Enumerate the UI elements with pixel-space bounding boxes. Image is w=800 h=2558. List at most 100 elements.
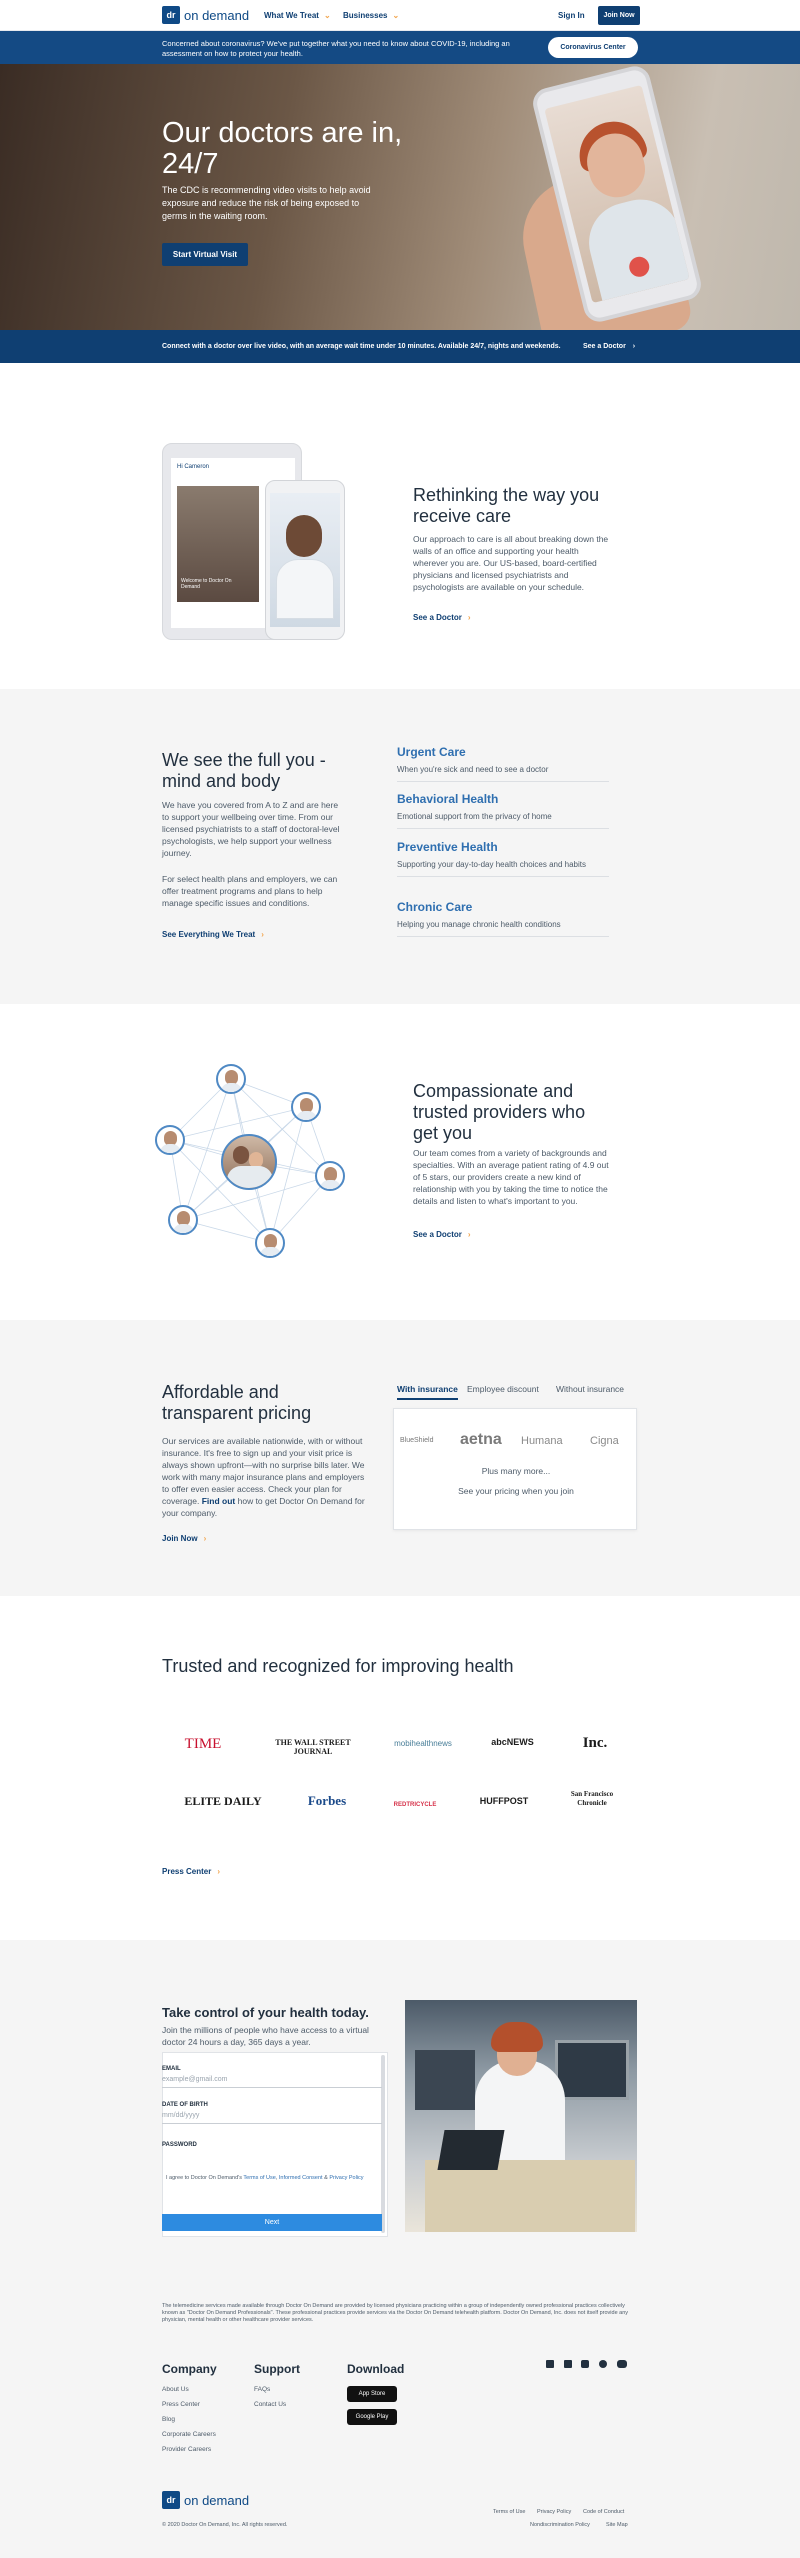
tablet-caption: Welcome to Doctor On Demand bbox=[181, 578, 232, 590]
see-everything-we-treat-link[interactable]: See Everything We Treat › bbox=[162, 930, 264, 939]
insurer-logo-cigna: Cigna bbox=[590, 1435, 619, 1447]
email-input[interactable]: example@gmail.com bbox=[162, 2076, 382, 2088]
pricing-section: Affordable and transparent pricing Our s… bbox=[0, 1320, 800, 1596]
footer-link-provider-careers[interactable]: Provider Careers bbox=[162, 2446, 211, 2453]
app-store-badge[interactable]: App Store bbox=[347, 2386, 397, 2402]
twitter-icon[interactable] bbox=[599, 2360, 607, 2368]
footer-conduct-link[interactable]: Code of Conduct bbox=[583, 2509, 624, 2515]
chevron-right-icon: › bbox=[203, 1534, 207, 1543]
service-urgent-care[interactable]: Urgent Care When you're sick and need to … bbox=[397, 745, 609, 782]
password-label: PASSWORD bbox=[162, 2142, 197, 2148]
full-you-section: We see the full you - mind and body We h… bbox=[0, 689, 800, 1004]
service-preventive-health[interactable]: Preventive Health Supporting your day-to-… bbox=[397, 840, 609, 877]
email-label: EMAIL bbox=[162, 2066, 181, 2072]
provider-avatar bbox=[168, 1205, 198, 1235]
footer-nondiscrimination-link[interactable]: Nondiscrimination Policy bbox=[530, 2522, 590, 2528]
logo-text: on demand bbox=[184, 2492, 250, 2508]
press-logo-forbes: Forbes bbox=[307, 1793, 347, 1808]
see-pricing-text: See your pricing when you join bbox=[458, 1486, 574, 1496]
trusted-title: Trusted and recognized for improving hea… bbox=[162, 1656, 514, 1676]
nav-label: Businesses bbox=[343, 11, 388, 20]
footer-support-title: Support bbox=[254, 2362, 300, 2376]
start-virtual-visit-button[interactable]: Start Virtual Visit bbox=[162, 243, 248, 266]
press-center-link[interactable]: Press Center › bbox=[162, 1867, 220, 1876]
youtube-icon[interactable] bbox=[617, 2360, 627, 2368]
chevron-down-icon: ⌄ bbox=[323, 11, 331, 20]
covid-text: Concerned about coronavirus? We've put t… bbox=[162, 39, 510, 58]
footer-link-corporate-careers[interactable]: Corporate Careers bbox=[162, 2431, 216, 2438]
link-label: See a Doctor bbox=[413, 1230, 462, 1239]
instagram-icon[interactable] bbox=[581, 2360, 589, 2368]
footer-link-blog[interactable]: Blog bbox=[162, 2416, 175, 2423]
link-label: Press Center bbox=[162, 1867, 212, 1876]
coronavirus-center-button[interactable]: Coronavirus Center bbox=[548, 37, 638, 58]
service-name: Preventive Health bbox=[397, 840, 498, 854]
linkedin-icon[interactable] bbox=[564, 2360, 572, 2368]
providers-title: Compassionate and trusted providers who … bbox=[413, 1081, 586, 1143]
top-navigation-bar: dr on demand What We Treat ⌄ Businesses ⌄ S… bbox=[0, 0, 800, 31]
logo-link[interactable]: dr on demand bbox=[162, 6, 249, 24]
chevron-down-icon: ⌄ bbox=[392, 11, 400, 20]
chevron-right-icon: › bbox=[217, 1867, 221, 1876]
press-logo-time: TIME bbox=[184, 1736, 222, 1752]
nav-what-we-treat[interactable]: What We Treat ⌄ bbox=[264, 11, 331, 20]
footer-privacy-link[interactable]: Privacy Policy bbox=[537, 2509, 571, 2515]
footer-sitemap-link[interactable]: Site Map bbox=[606, 2522, 628, 2528]
nav-businesses[interactable]: Businesses ⌄ bbox=[343, 11, 399, 20]
see-a-doctor-link[interactable]: See a Doctor › bbox=[413, 613, 471, 622]
next-button[interactable]: Next bbox=[162, 2214, 382, 2231]
press-logo-wsj: THE WALL STREET JOURNAL bbox=[275, 1738, 351, 1756]
provider-avatar bbox=[216, 1064, 246, 1094]
footer-link-press-center[interactable]: Press Center bbox=[162, 2401, 200, 2408]
dob-label: DATE OF BIRTH bbox=[162, 2102, 208, 2108]
sign-in-link[interactable]: Sign In bbox=[558, 11, 585, 20]
plus-many-more: Plus many more... bbox=[481, 1466, 551, 1476]
logo-mark: dr bbox=[162, 6, 180, 24]
service-behavioral-health[interactable]: Behavioral Health Emotional support from … bbox=[397, 792, 609, 829]
footer-logo[interactable]: dr on demand bbox=[162, 2491, 249, 2509]
hero-section: Our doctors are in, 24/7 The CDC is reco… bbox=[0, 64, 800, 330]
tablet-brand: Hi Cameron bbox=[177, 464, 210, 470]
join-now-button[interactable]: Join Now bbox=[598, 6, 640, 25]
footer-link-about-us[interactable]: About Us bbox=[162, 2386, 189, 2393]
service-chronic-care[interactable]: Chronic Care Helping you manage chronic h… bbox=[397, 900, 609, 937]
facebook-icon[interactable] bbox=[546, 2360, 554, 2368]
see-a-doctor-link-2[interactable]: See a Doctor › bbox=[413, 1230, 471, 1239]
footer-link-faqs[interactable]: FAQs bbox=[254, 2386, 270, 2393]
password-field[interactable]: PASSWORD bbox=[162, 2142, 382, 2148]
provider-avatar bbox=[155, 1125, 185, 1155]
privacy-policy-link[interactable]: Privacy Policy bbox=[329, 2175, 363, 2181]
press-logo-elite-daily: ELITE DAILY bbox=[184, 1794, 262, 1808]
informed-consent-link[interactable]: Informed Consent bbox=[279, 2175, 323, 2181]
footer bbox=[0, 2290, 800, 2558]
dob-input[interactable]: mm/dd/yyyy bbox=[162, 2112, 382, 2124]
dob-field[interactable]: DATE OF BIRTH mm/dd/yyyy bbox=[162, 2102, 382, 2124]
service-name: Chronic Care bbox=[397, 900, 473, 914]
phone-image bbox=[265, 480, 345, 640]
footer-terms-link[interactable]: Terms of Use bbox=[493, 2509, 525, 2515]
tab-without-insurance[interactable]: Without insurance bbox=[556, 1384, 624, 1394]
link-label: See a Doctor bbox=[413, 613, 462, 622]
agree-checkbox[interactable]: I agree to Doctor On Demand's Terms of U… bbox=[166, 2174, 372, 2182]
tab-with-insurance[interactable]: With insurance bbox=[397, 1384, 458, 1400]
chevron-right-icon: › bbox=[632, 343, 636, 350]
tab-employee-discount[interactable]: Employee discount bbox=[467, 1384, 539, 1394]
strip-see-doctor-link[interactable]: See a Doctor › bbox=[583, 343, 635, 350]
logo-text: on demand bbox=[184, 7, 250, 23]
join-now-link[interactable]: Join Now › bbox=[162, 1534, 206, 1543]
link-label: See Everything We Treat bbox=[162, 930, 256, 939]
pricing-title: Affordable and transparent pricing bbox=[162, 1382, 312, 1423]
footer-link-contact-us[interactable]: Contact Us bbox=[254, 2401, 286, 2408]
google-play-badge[interactable]: Google Play bbox=[347, 2409, 397, 2425]
full-you-body-1: We have you covered from A to Z and are … bbox=[162, 800, 340, 858]
hero-title: Our doctors are in, 24/7 bbox=[162, 117, 403, 180]
find-out-link[interactable]: Find out bbox=[202, 1496, 236, 1506]
agree-amp: & bbox=[324, 2175, 328, 2181]
email-field[interactable]: EMAIL example@gmail.com bbox=[162, 2066, 382, 2088]
doctor-photo bbox=[405, 2000, 637, 2232]
press-logo-abc-news: abcNEWS bbox=[491, 1737, 534, 1747]
service-desc: Emotional support from the privacy of ho… bbox=[397, 812, 552, 821]
patient-family-avatar bbox=[221, 1134, 277, 1190]
terms-of-use-link[interactable]: Terms of Use bbox=[243, 2175, 275, 2181]
footer-disclaimer: The telemedicine services made available… bbox=[162, 2303, 629, 2323]
